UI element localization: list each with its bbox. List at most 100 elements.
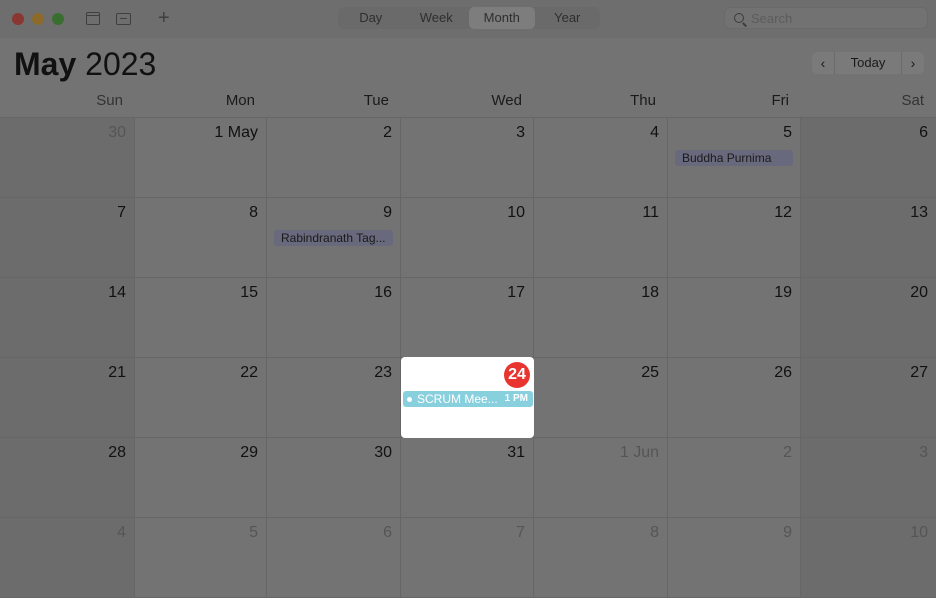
day-number: 16	[374, 284, 392, 301]
day-number: 5	[249, 524, 258, 541]
day-number: 2	[383, 124, 392, 141]
tab-week[interactable]: Week	[404, 7, 470, 29]
day-number: 26	[774, 364, 792, 381]
day-cell[interactable]: 5	[135, 518, 267, 598]
day-cell[interactable]: 10	[801, 518, 936, 598]
day-cell[interactable]: 3	[401, 118, 534, 198]
day-cell[interactable]: 6	[801, 118, 936, 198]
day-cell[interactable]: 26	[668, 358, 801, 438]
day-number: 31	[507, 444, 525, 461]
day-cell[interactable]: 3	[801, 438, 936, 518]
search-box	[724, 7, 928, 29]
holiday-event[interactable]: Rabindranath Tag...	[274, 230, 393, 246]
day-number: 14	[108, 284, 126, 301]
scrum-event[interactable]: SCRUM Mee... 1 PM	[403, 391, 533, 407]
day-number: 10	[910, 524, 928, 541]
day-cell[interactable]: 7	[0, 198, 135, 278]
day-number: 22	[240, 364, 258, 381]
inbox-icon[interactable]	[116, 13, 131, 25]
day-number: 3	[516, 124, 525, 141]
day-cell[interactable]: 2	[668, 438, 801, 518]
chevron-right-icon[interactable]: ›	[902, 52, 924, 74]
day-number: 7	[516, 524, 525, 541]
view-switcher: Day Week Month Year	[338, 7, 600, 29]
day-cell[interactable]: 6	[267, 518, 401, 598]
weekday-thu: Thu	[630, 92, 656, 109]
event-title: SCRUM Mee...	[417, 392, 498, 406]
day-cell[interactable]: 8	[534, 518, 668, 598]
calendar-list-icon[interactable]	[86, 12, 100, 25]
day-number: 30	[108, 124, 126, 141]
day-cell[interactable]: 25	[534, 358, 668, 438]
close-window-button[interactable]	[12, 13, 24, 25]
day-cell[interactable]: 7	[401, 518, 534, 598]
day-cell[interactable]: 4	[534, 118, 668, 198]
search-icon	[734, 13, 744, 23]
chevron-left-icon[interactable]: ‹	[812, 52, 834, 74]
day-cell[interactable]: 21	[0, 358, 135, 438]
day-number: 1 May	[214, 124, 258, 141]
day-number: 28	[108, 444, 126, 461]
day-cell[interactable]: 19	[668, 278, 801, 358]
day-number: 13	[910, 204, 928, 221]
day-cell[interactable]: 1 Jun	[534, 438, 668, 518]
day-number: 7	[117, 204, 126, 221]
day-cell[interactable]: 8	[135, 198, 267, 278]
day-number: 9	[783, 524, 792, 541]
day-cell[interactable]: 31	[401, 438, 534, 518]
day-cell[interactable]: 17	[401, 278, 534, 358]
day-number: 3	[919, 444, 928, 461]
day-cell[interactable]: 4	[0, 518, 135, 598]
day-number: 6	[383, 524, 392, 541]
day-cell[interactable]: 10	[401, 198, 534, 278]
weekday-sat: Sat	[901, 92, 924, 109]
day-cell[interactable]: 30	[0, 118, 135, 198]
today-badge: 24	[504, 362, 530, 388]
day-number: 21	[108, 364, 126, 381]
day-cell[interactable]: 30	[267, 438, 401, 518]
holiday-event[interactable]: Buddha Purnima	[675, 150, 793, 166]
day-cell[interactable]: 1 May	[135, 118, 267, 198]
day-number: 11	[642, 204, 659, 221]
weekday-header: Sun Mon Tue Wed Thu Fri Sat	[0, 90, 936, 118]
minimize-window-button[interactable]	[32, 13, 44, 25]
day-cell[interactable]: 28	[0, 438, 135, 518]
day-number: 6	[919, 124, 928, 141]
today-button[interactable]: Today	[834, 52, 902, 74]
day-number: 12	[774, 204, 792, 221]
add-event-icon[interactable]: +	[158, 7, 170, 30]
day-number: 4	[650, 124, 659, 141]
day-cell[interactable]: 22	[135, 358, 267, 438]
day-number: 4	[117, 524, 126, 541]
day-cell[interactable]: 2	[267, 118, 401, 198]
search-input[interactable]	[751, 8, 921, 28]
weekday-fri: Fri	[771, 92, 790, 109]
day-number: 29	[240, 444, 258, 461]
day-cell[interactable]: 9 Rabindranath Tag...	[267, 198, 401, 278]
tab-year[interactable]: Year	[535, 7, 601, 29]
day-number: 2	[783, 444, 792, 461]
day-cell[interactable]: 16	[267, 278, 401, 358]
day-cell[interactable]: 29	[135, 438, 267, 518]
day-number: 15	[240, 284, 258, 301]
today-cell[interactable]: 24 SCRUM Mee... 1 PM	[401, 357, 534, 438]
day-cell[interactable]: 18	[534, 278, 668, 358]
day-cell[interactable]: 9	[668, 518, 801, 598]
day-number: 25	[641, 364, 659, 381]
day-number: 8	[249, 204, 258, 221]
day-cell[interactable]: 27	[801, 358, 936, 438]
event-dot-icon	[407, 397, 412, 402]
day-cell[interactable]: 20	[801, 278, 936, 358]
day-cell[interactable]: 23	[267, 358, 401, 438]
tab-month[interactable]: Month	[469, 7, 535, 29]
tab-day[interactable]: Day	[338, 7, 404, 29]
day-number: 30	[374, 444, 392, 461]
day-cell[interactable]: 12	[668, 198, 801, 278]
day-cell[interactable]: 11	[534, 198, 668, 278]
day-cell[interactable]: 13	[801, 198, 936, 278]
day-cell[interactable]: 5 Buddha Purnima	[668, 118, 801, 198]
day-cell[interactable]: 15	[135, 278, 267, 358]
day-number: 9	[383, 204, 392, 221]
zoom-window-button[interactable]	[52, 13, 64, 25]
day-cell[interactable]: 14	[0, 278, 135, 358]
